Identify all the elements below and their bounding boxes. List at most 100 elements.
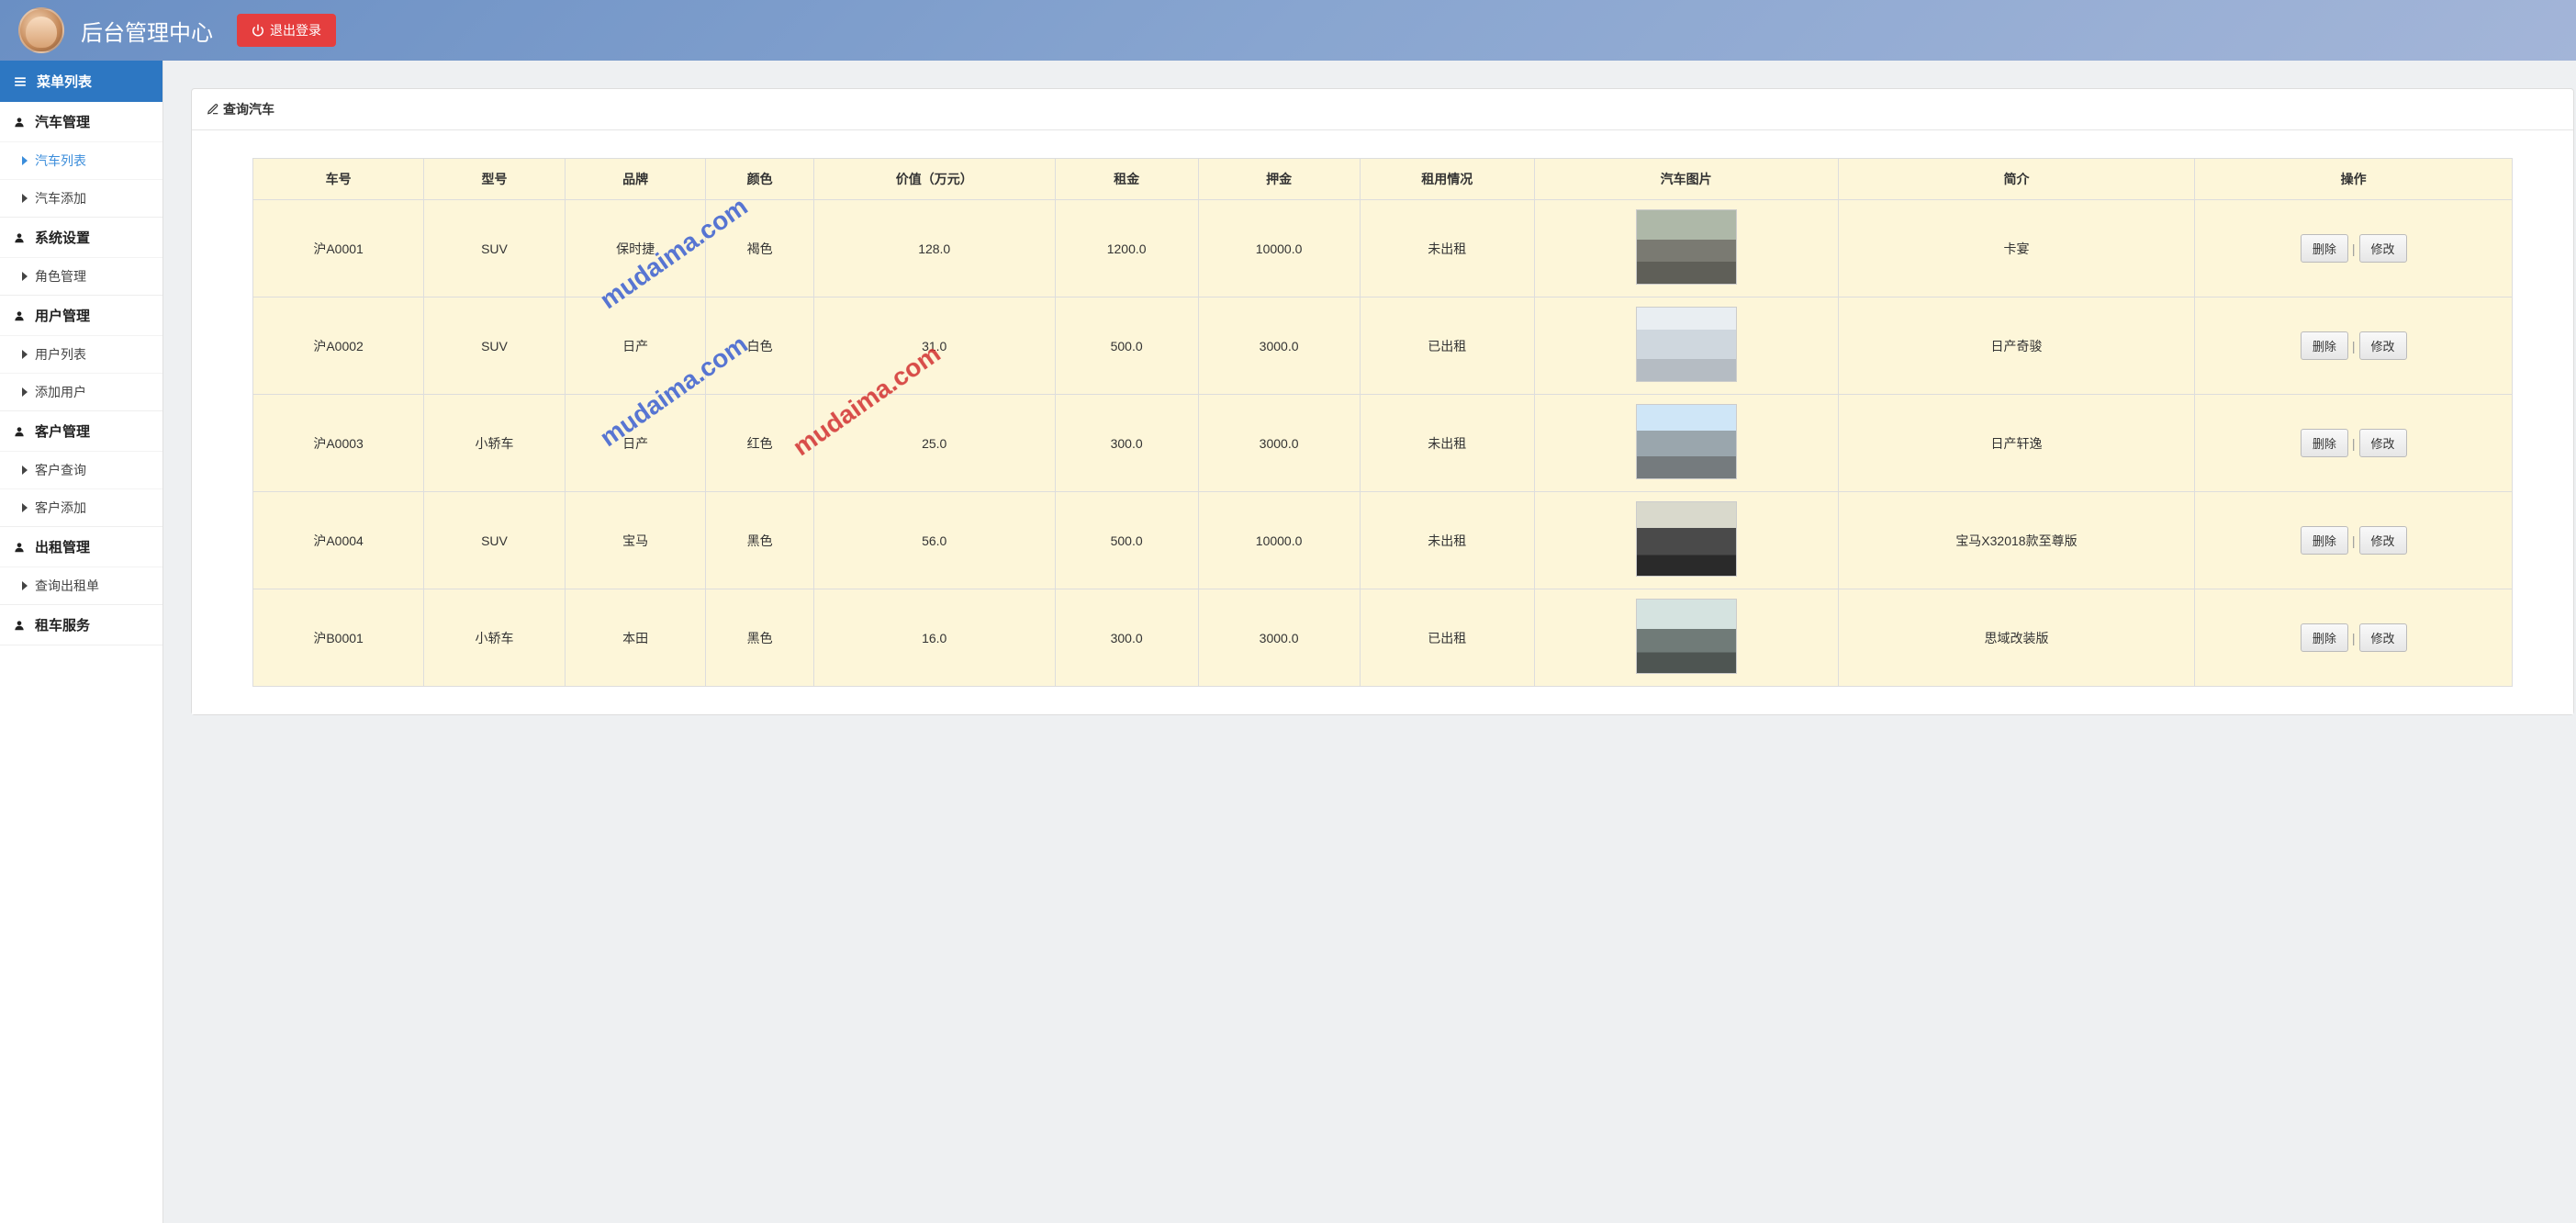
sidebar-group-4[interactable]: 出租管理 (0, 527, 162, 567)
table-cell: 沪B0001 (253, 589, 424, 687)
sidebar-item-4-0[interactable]: 查询出租单 (0, 567, 162, 604)
caret-right-icon (22, 194, 28, 203)
delete-button[interactable]: 删除 (2301, 429, 2348, 457)
avatar[interactable] (18, 7, 64, 53)
delete-button[interactable]: 删除 (2301, 331, 2348, 360)
table-cell: 沪A0003 (253, 395, 424, 492)
col-header: 颜色 (706, 159, 813, 200)
sidebar-item-0-1[interactable]: 汽车添加 (0, 179, 162, 217)
sidebar-group-3[interactable]: 客户管理 (0, 411, 162, 451)
table-cell: 褐色 (706, 200, 813, 297)
sidebar-item-3-1[interactable]: 客户添加 (0, 488, 162, 526)
desc-cell: 宝马X32018款至尊版 (1838, 492, 2195, 589)
table-cell: 黑色 (706, 589, 813, 687)
ops-cell: 删除|修改 (2195, 395, 2513, 492)
table-cell: 3000.0 (1198, 395, 1360, 492)
table-cell: 本田 (565, 589, 706, 687)
edit-button[interactable]: 修改 (2359, 526, 2407, 555)
edit-button[interactable]: 修改 (2359, 234, 2407, 263)
car-image (1636, 209, 1737, 285)
caret-right-icon (22, 272, 28, 281)
delete-button[interactable]: 删除 (2301, 526, 2348, 555)
logout-button[interactable]: 退出登录 (237, 14, 336, 47)
table-cell: 10000.0 (1198, 492, 1360, 589)
table-cell: 500.0 (1055, 297, 1198, 395)
user-icon (13, 116, 26, 129)
table-cell: 未出租 (1360, 492, 1534, 589)
user-icon (13, 541, 26, 554)
menu-header-label: 菜单列表 (37, 72, 92, 91)
delete-button[interactable]: 删除 (2301, 234, 2348, 263)
sidebar-item-label: 角色管理 (35, 267, 86, 286)
table-cell: 10000.0 (1198, 200, 1360, 297)
table-cell: 黑色 (706, 492, 813, 589)
logout-label: 退出登录 (270, 21, 321, 39)
sidebar-item-1-0[interactable]: 角色管理 (0, 257, 162, 295)
desc-cell: 日产奇骏 (1838, 297, 2195, 395)
table-cell: 128.0 (813, 200, 1055, 297)
desc-cell: 日产轩逸 (1838, 395, 2195, 492)
sidebar-group-5[interactable]: 租车服务 (0, 605, 162, 645)
power-icon (252, 24, 264, 37)
user-icon (13, 309, 26, 322)
table-cell: SUV (424, 492, 566, 589)
col-header: 简介 (1838, 159, 2195, 200)
table-cell: 小轿车 (424, 589, 566, 687)
edit-button[interactable]: 修改 (2359, 429, 2407, 457)
table-cell: 红色 (706, 395, 813, 492)
table-cell: 沪A0001 (253, 200, 424, 297)
user-icon (13, 231, 26, 244)
sidebar: 菜单列表 汽车管理汽车列表汽车添加系统设置角色管理用户管理用户列表添加用户客户管… (0, 61, 163, 1223)
sidebar-item-label: 客户查询 (35, 461, 86, 479)
table-cell: 31.0 (813, 297, 1055, 395)
col-header: 租金 (1055, 159, 1198, 200)
col-header: 操作 (2195, 159, 2513, 200)
sidebar-group-label: 租车服务 (35, 615, 90, 634)
sidebar-item-2-1[interactable]: 添加用户 (0, 373, 162, 410)
col-header: 品牌 (565, 159, 706, 200)
sidebar-item-label: 汽车添加 (35, 189, 86, 208)
sidebar-item-0-0[interactable]: 汽车列表 (0, 141, 162, 179)
table-cell: 已出租 (1360, 297, 1534, 395)
table-cell: 白色 (706, 297, 813, 395)
image-cell (1534, 200, 1838, 297)
sidebar-item-2-0[interactable]: 用户列表 (0, 335, 162, 373)
col-header: 型号 (424, 159, 566, 200)
image-cell (1534, 492, 1838, 589)
sidebar-group-1[interactable]: 系统设置 (0, 218, 162, 257)
body-wrap: 菜单列表 汽车管理汽车列表汽车添加系统设置角色管理用户管理用户列表添加用户客户管… (0, 61, 2576, 1223)
ops-cell: 删除|修改 (2195, 589, 2513, 687)
table-cell: 3000.0 (1198, 589, 1360, 687)
table-cell: 日产 (565, 297, 706, 395)
col-header: 汽车图片 (1534, 159, 1838, 200)
sidebar-group-0[interactable]: 汽车管理 (0, 102, 162, 141)
separator: | (2348, 339, 2359, 353)
image-cell (1534, 589, 1838, 687)
edit-button[interactable]: 修改 (2359, 331, 2407, 360)
table-cell: 小轿车 (424, 395, 566, 492)
separator: | (2348, 436, 2359, 451)
separator: | (2348, 631, 2359, 645)
separator: | (2348, 533, 2359, 548)
delete-button[interactable]: 删除 (2301, 623, 2348, 652)
sidebar-group-2[interactable]: 用户管理 (0, 296, 162, 335)
edit-button[interactable]: 修改 (2359, 623, 2407, 652)
table-cell: 25.0 (813, 395, 1055, 492)
panel-header: 查询汽车 (192, 89, 2573, 130)
sidebar-item-label: 查询出租单 (35, 577, 99, 595)
table-cell: 保时捷 (565, 200, 706, 297)
user-icon (13, 425, 26, 438)
sidebar-item-3-0[interactable]: 客户查询 (0, 451, 162, 488)
ops-cell: 删除|修改 (2195, 297, 2513, 395)
app-header: 后台管理中心 退出登录 (0, 0, 2576, 61)
caret-right-icon (22, 350, 28, 359)
image-cell (1534, 297, 1838, 395)
sidebar-group-label: 汽车管理 (35, 112, 90, 131)
table-cell: 宝马 (565, 492, 706, 589)
table-cell: 沪A0002 (253, 297, 424, 395)
car-table: 车号型号品牌颜色价值（万元）租金押金租用情况汽车图片简介操作 沪A0001SUV… (252, 158, 2513, 687)
image-cell (1534, 395, 1838, 492)
table-cell: 日产 (565, 395, 706, 492)
table-row: 沪B0001小轿车本田黑色16.0300.03000.0已出租思域改装版删除|修… (253, 589, 2513, 687)
sidebar-item-label: 添加用户 (35, 383, 86, 401)
